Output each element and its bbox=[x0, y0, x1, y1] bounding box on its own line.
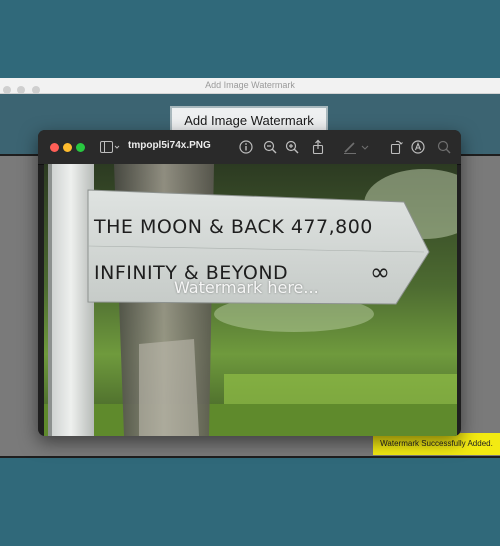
preview-toolbar: tmpopl5i74x.PNG bbox=[38, 130, 461, 165]
watermark-overlay: Watermark here... bbox=[174, 278, 319, 297]
preview-close-button[interactable] bbox=[50, 143, 59, 152]
markup-pen-icon[interactable] bbox=[342, 139, 358, 155]
sign-infinity-symbol: ∞ bbox=[370, 258, 390, 286]
file-name: tmpopl5i74x.PNG bbox=[128, 140, 211, 151]
annotate-icon[interactable] bbox=[410, 139, 426, 155]
sign-text-line-1: THE MOON & BACK 477,800 bbox=[94, 216, 373, 238]
preview-image: THE MOON & BACK 477,800 INFINITY & BEYON… bbox=[44, 164, 457, 436]
status-banner: Watermark Successfully Added. bbox=[373, 433, 500, 455]
rotate-icon[interactable] bbox=[388, 139, 404, 155]
signpost-photo bbox=[44, 164, 457, 436]
share-icon[interactable] bbox=[310, 139, 326, 155]
app-titlebar: Add Image Watermark bbox=[0, 78, 500, 94]
search-icon[interactable] bbox=[436, 139, 452, 155]
chevron-down-icon[interactable] bbox=[360, 139, 370, 155]
preview-minimize-button[interactable] bbox=[63, 143, 72, 152]
preview-window: tmpopl5i74x.PNG THE MOON & BACK 477,800 … bbox=[38, 130, 461, 436]
sidebar-icon[interactable] bbox=[100, 141, 120, 153]
zoom-out-icon[interactable] bbox=[262, 139, 278, 155]
window-title: Add Image Watermark bbox=[205, 80, 295, 90]
info-icon[interactable] bbox=[238, 139, 254, 155]
preview-zoom-button[interactable] bbox=[76, 143, 85, 152]
zoom-in-icon[interactable] bbox=[284, 139, 300, 155]
